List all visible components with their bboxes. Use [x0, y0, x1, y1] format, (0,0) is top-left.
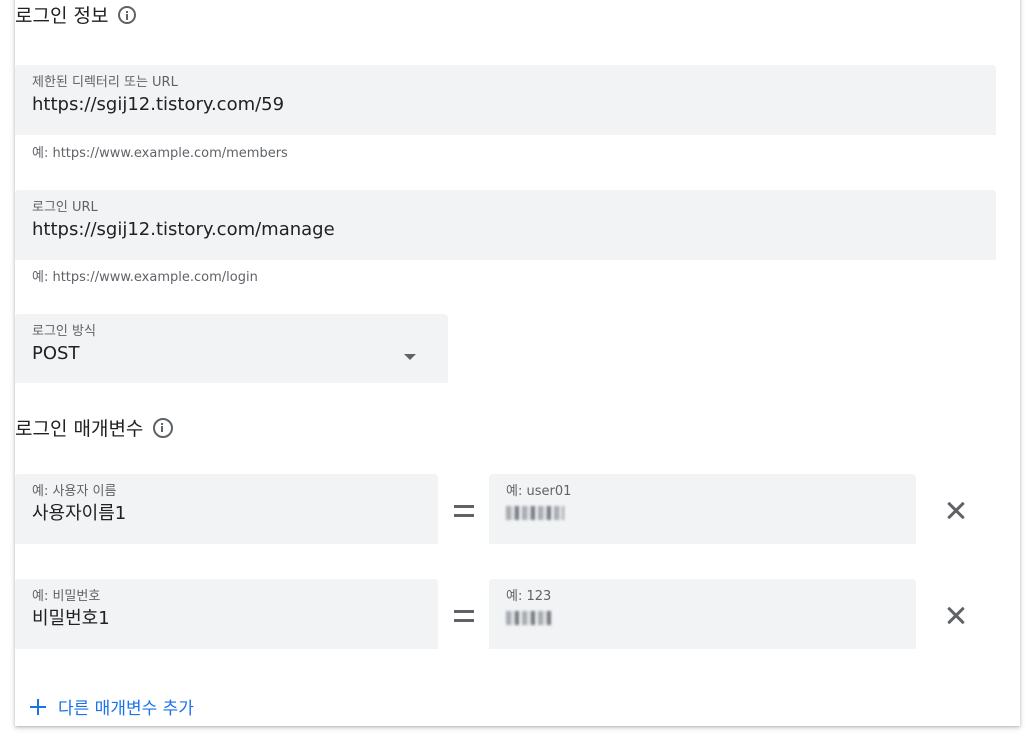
login-url-label: 로그인 URL [32, 200, 98, 215]
login-url-value[interactable]: https://sgij12.tistory.com/manage [32, 218, 979, 242]
param-name-value[interactable]: 비밀번호1 [32, 607, 421, 631]
login-method-value[interactable]: POST [32, 342, 431, 366]
param-value-placeholder: 예: user01 [506, 484, 572, 499]
login-params-section-title: 로그인 매개변수 [15, 414, 174, 441]
add-param-button[interactable]: 다른 매개변수 추가 [30, 694, 194, 719]
restricted-url-helper: 예: https://www.example.com/members [32, 146, 288, 161]
dropdown-arrow-icon[interactable] [404, 354, 416, 360]
redacted-value[interactable] [506, 611, 552, 625]
param-name-placeholder: 예: 비밀번호 [32, 589, 101, 604]
login-method-select[interactable]: 로그인 방식 POST [15, 314, 448, 383]
param-name-value[interactable]: 사용자이름1 [32, 502, 421, 526]
param-name-field[interactable]: 예: 사용자 이름 사용자이름1 [15, 474, 438, 544]
login-method-label: 로그인 방식 [32, 324, 96, 339]
info-icon[interactable] [118, 5, 137, 24]
login-info-section-title: 로그인 정보 [15, 1, 137, 28]
info-icon[interactable] [153, 417, 174, 438]
equals-icon [454, 610, 474, 622]
restricted-url-value[interactable]: https://sgij12.tistory.com/59 [32, 93, 979, 117]
param-value-field[interactable]: 예: 123 [489, 579, 916, 649]
param-name-field[interactable]: 예: 비밀번호 비밀번호1 [15, 579, 438, 649]
remove-param-button[interactable] [942, 602, 970, 630]
equals-icon [454, 505, 474, 517]
login-params-title: 로그인 매개변수 [15, 418, 144, 440]
remove-param-button[interactable] [942, 497, 970, 525]
login-url-field[interactable]: 로그인 URL https://sgij12.tistory.com/manag… [15, 190, 996, 260]
restricted-url-field[interactable]: 제한된 디렉터리 또는 URL https://sgij12.tistory.c… [15, 65, 996, 135]
add-param-label: 다른 매개변수 추가 [58, 699, 194, 719]
restricted-url-label: 제한된 디렉터리 또는 URL [32, 75, 178, 90]
login-url-helper: 예: https://www.example.com/login [32, 270, 258, 285]
login-info-title: 로그인 정보 [15, 5, 109, 27]
param-value-field[interactable]: 예: user01 [489, 474, 916, 544]
param-name-placeholder: 예: 사용자 이름 [32, 484, 117, 499]
param-value-placeholder: 예: 123 [506, 589, 552, 604]
plus-icon [30, 698, 46, 715]
redacted-value[interactable] [506, 506, 564, 520]
